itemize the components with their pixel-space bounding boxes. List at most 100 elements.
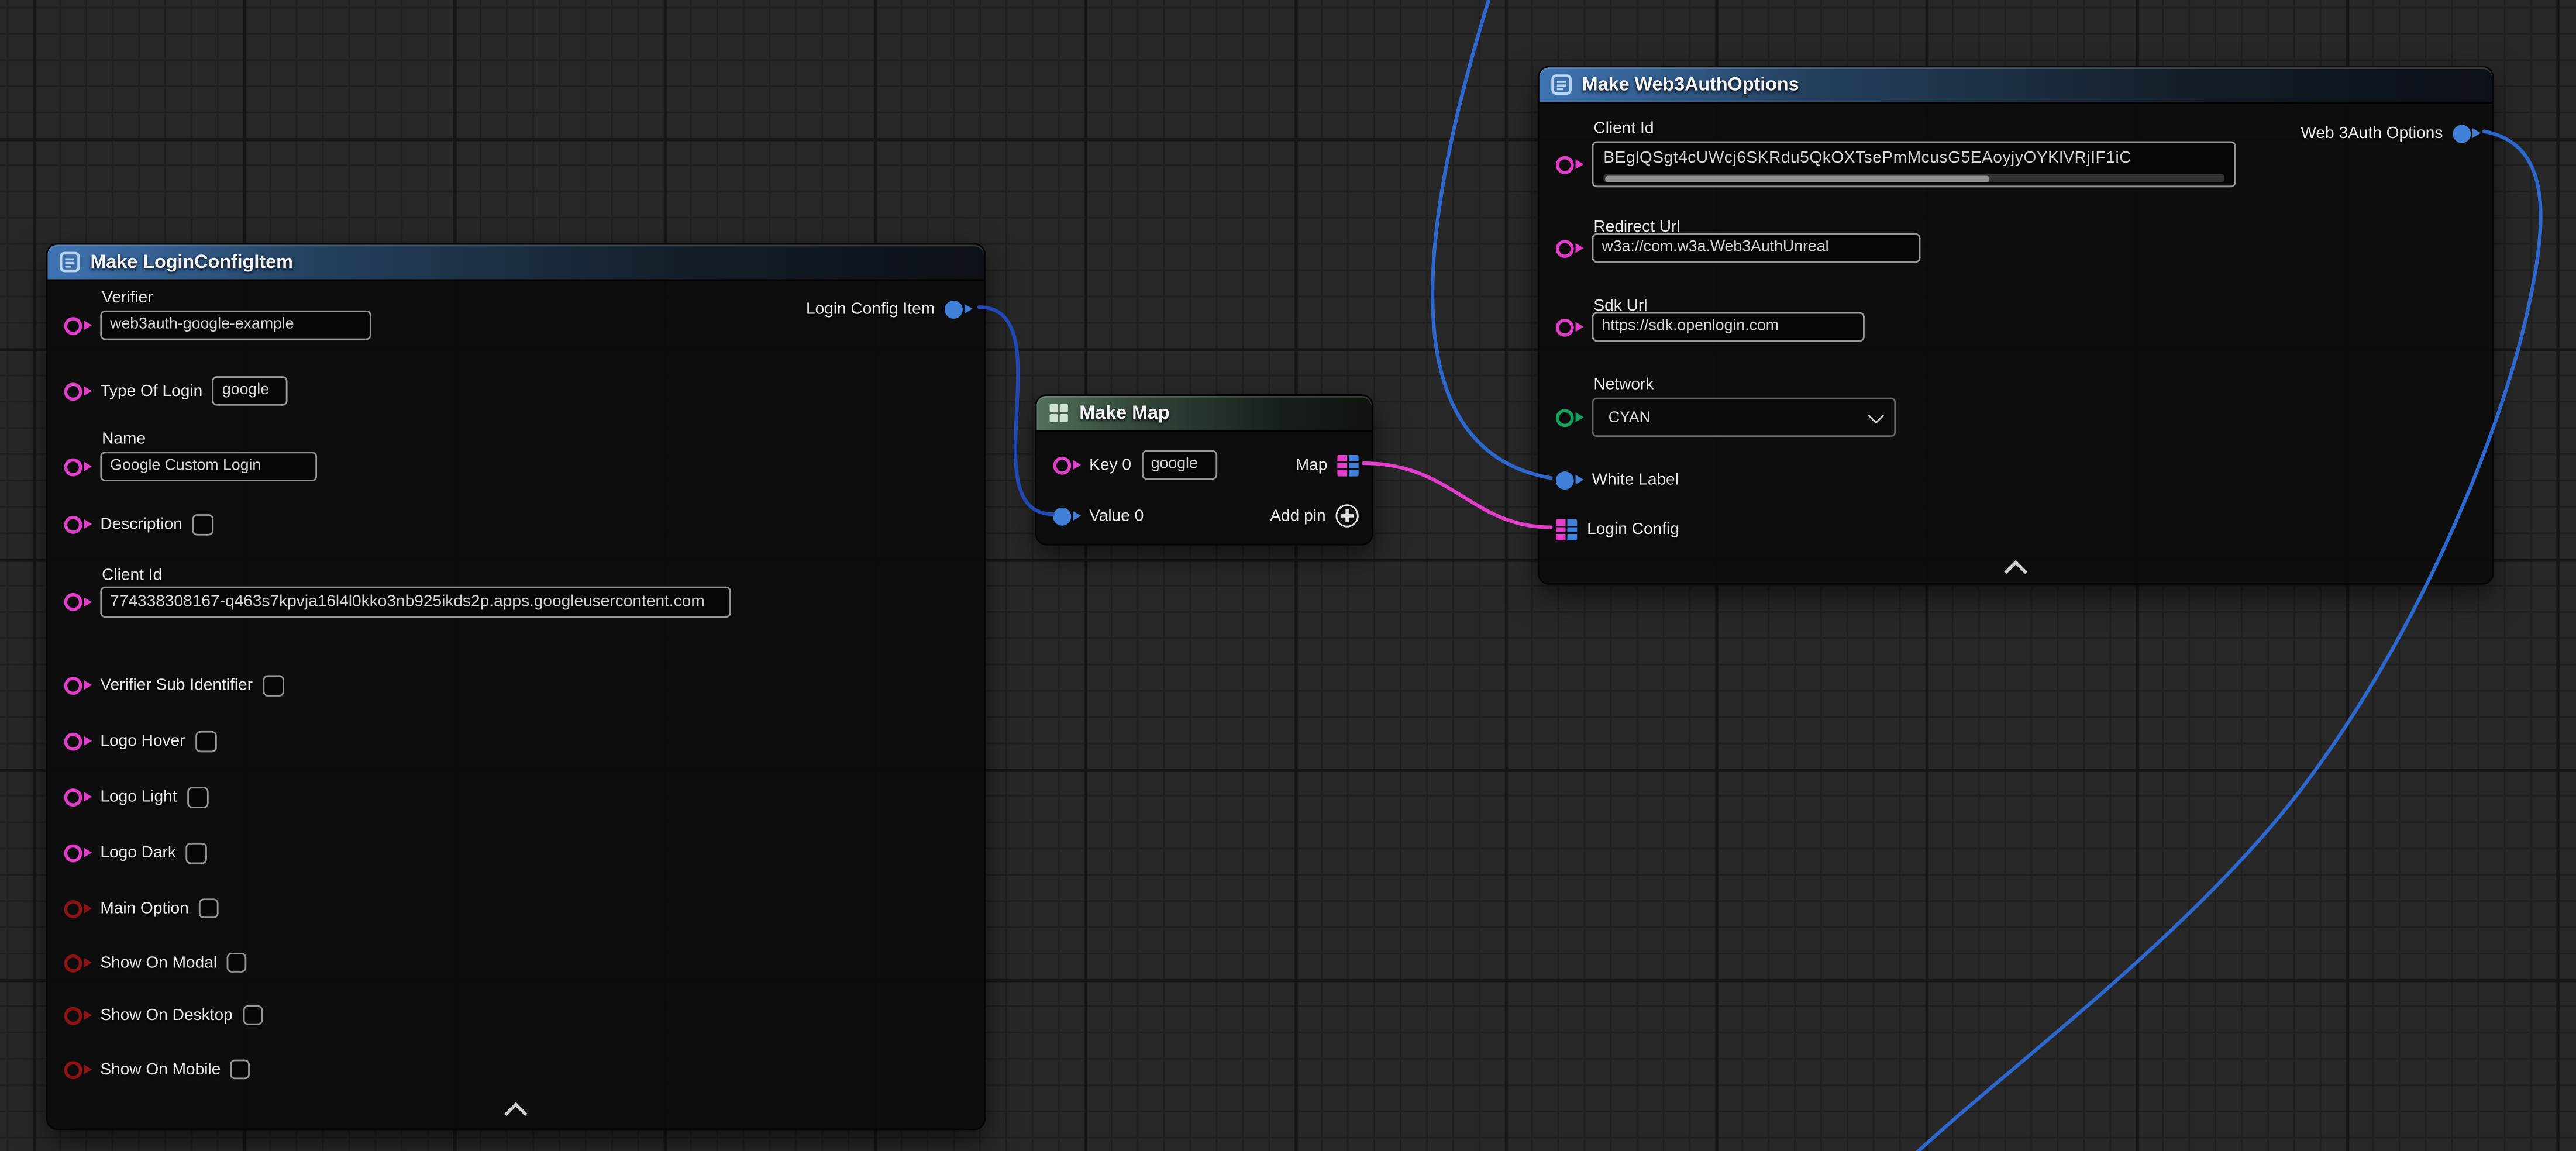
blueprint-graph-canvas[interactable]: Make LoginConfigItem Login Config Item V…	[0, 0, 2576, 1151]
string-pin-icon[interactable]	[1053, 456, 1071, 474]
show-on-desktop-checkbox[interactable]	[243, 1005, 263, 1025]
string-pin-icon[interactable]	[64, 732, 82, 750]
enum-pin-icon[interactable]	[1556, 408, 1574, 426]
chevron-up-icon	[2004, 560, 2027, 584]
output-pin-label: Map	[1296, 456, 1328, 474]
output-row-web3auth-options: Web 3Auth Options	[2301, 118, 2479, 148]
pin-label: Show On Desktop	[100, 1006, 232, 1024]
scrollbar-thumb[interactable]	[1605, 175, 1990, 181]
chevron-down-icon	[1868, 407, 1884, 423]
chevron-up-icon	[504, 1102, 528, 1125]
pin-row-type-of-login: Type Of Login google	[64, 376, 288, 406]
collapse-node-button[interactable]	[2007, 563, 2024, 580]
pin-row-value-0: Value 0	[1053, 501, 1144, 531]
type-of-login-input[interactable]: google	[212, 376, 288, 406]
verifier-sub-identifier-input[interactable]	[263, 674, 284, 696]
pin-label: Description	[100, 515, 182, 533]
pin-row-show-on-modal: Show On Modal	[64, 948, 247, 978]
string-pin-icon[interactable]	[64, 843, 82, 861]
main-option-checkbox[interactable]	[199, 898, 219, 918]
string-pin-icon[interactable]	[64, 382, 82, 400]
client-id-input[interactable]: BEglQSgt4cUWcj6SKRdu5QkOXTsePmMcusG5EAoy…	[1592, 142, 2236, 188]
horizontal-scrollbar[interactable]	[1603, 174, 2224, 182]
string-pin-icon[interactable]	[1556, 239, 1574, 257]
show-on-modal-checkbox[interactable]	[227, 953, 247, 973]
field-label-client-id: Client Id	[1593, 120, 1654, 138]
bool-pin-icon[interactable]	[64, 900, 82, 918]
logo-dark-input[interactable]	[186, 842, 208, 863]
wire-map-to-loginconfig[interactable]	[1363, 463, 1551, 528]
client-id-input[interactable]: 774338308167-q463s7kpvja16l4l0kko3nb925i…	[100, 587, 731, 618]
field-label-network: Network	[1593, 376, 1654, 394]
pin-label: Logo Dark	[100, 843, 176, 861]
struct-pin-icon[interactable]	[1556, 471, 1574, 489]
node-title: Make Map	[1079, 404, 1169, 423]
struct-pin-icon[interactable]	[1053, 506, 1071, 525]
make-struct-icon	[59, 251, 81, 273]
map-output-pin-icon[interactable]	[1337, 454, 1359, 476]
key-0-input[interactable]: google	[1141, 450, 1217, 480]
pin-row-logo-hover: Logo Hover	[64, 726, 216, 756]
network-dropdown[interactable]: CYAN	[1592, 398, 1896, 437]
output-row-map: Map	[1296, 450, 1359, 480]
pin-label: Verifier Sub Identifier	[100, 676, 253, 694]
pin-label: Value 0	[1089, 506, 1144, 525]
node-title: Make Web3AuthOptions	[1582, 75, 1799, 95]
wire-offscreen-to-whitelabel[interactable]	[1432, 0, 1551, 478]
output-pin-label: Login Config Item	[806, 300, 935, 318]
add-pin-button[interactable]	[1335, 504, 1358, 527]
pin-row-login-config: Login Config	[1556, 514, 1679, 544]
node-header[interactable]: Make Web3AuthOptions	[1540, 67, 2492, 104]
pin-row-description: Description	[64, 509, 214, 539]
client-id-value: BEglQSgt4cUWcj6SKRdu5QkOXTsePmMcusG5EAoy…	[1603, 148, 2224, 170]
pin-label: Type Of Login	[100, 382, 202, 400]
pin-row-key-0: Key 0 google	[1053, 450, 1217, 480]
node-header[interactable]: Make LoginConfigItem	[47, 244, 984, 281]
pin-row-network: CYAN	[1556, 398, 1896, 437]
bool-pin-icon[interactable]	[64, 1060, 82, 1078]
node-make-web3authoptions[interactable]: Make Web3AuthOptions Web 3Auth Options C…	[1538, 66, 2494, 585]
struct-output-pin-icon[interactable]	[945, 300, 963, 318]
pin-label: Login Config	[1587, 520, 1679, 538]
logo-light-input[interactable]	[187, 786, 208, 808]
pin-label: Logo Hover	[100, 732, 185, 750]
string-pin-icon[interactable]	[64, 457, 82, 475]
pin-row-main-option: Main Option	[64, 894, 219, 923]
string-pin-icon[interactable]	[64, 593, 82, 611]
logo-hover-input[interactable]	[195, 730, 216, 752]
pin-label: Main Option	[100, 900, 188, 918]
string-pin-icon[interactable]	[1556, 155, 1574, 173]
string-pin-icon[interactable]	[64, 676, 82, 694]
pin-row-logo-light: Logo Light	[64, 782, 208, 812]
pin-row-redirect-url: w3a://com.w3a.Web3AuthUnreal	[1556, 233, 1921, 263]
collapse-node-button[interactable]	[508, 1105, 524, 1122]
show-on-mobile-checkbox[interactable]	[230, 1060, 250, 1080]
output-pin-label: Web 3Auth Options	[2301, 124, 2443, 142]
verifier-input[interactable]: web3auth-google-example	[100, 310, 371, 340]
sdk-url-input[interactable]: https://sdk.openlogin.com	[1592, 312, 1865, 342]
pin-row-logo-dark: Logo Dark	[64, 838, 208, 867]
add-pin-row: Add pin	[1270, 501, 1358, 531]
node-header[interactable]: Make Map	[1036, 396, 1372, 432]
string-pin-icon[interactable]	[1556, 318, 1574, 336]
pin-row-show-on-desktop: Show On Desktop	[64, 1000, 263, 1030]
field-label-name: Name	[102, 430, 146, 449]
pin-row-client-id: BEglQSgt4cUWcj6SKRdu5QkOXTsePmMcusG5EAoy…	[1556, 142, 2236, 188]
node-make-loginconfigitem[interactable]: Make LoginConfigItem Login Config Item V…	[46, 243, 986, 1131]
name-input[interactable]: Google Custom Login	[100, 452, 317, 482]
field-label-client-id: Client Id	[102, 567, 162, 585]
pin-row-verifier-sub-identifier: Verifier Sub Identifier	[64, 670, 284, 700]
pin-row-verifier: web3auth-google-example	[64, 311, 371, 340]
pin-row-sdk-url: https://sdk.openlogin.com	[1556, 312, 1865, 342]
bool-pin-icon[interactable]	[64, 953, 82, 971]
make-map-icon	[1048, 402, 1070, 424]
bool-pin-icon[interactable]	[64, 1006, 82, 1024]
struct-output-pin-icon[interactable]	[2453, 124, 2471, 142]
map-pin-icon[interactable]	[1556, 518, 1578, 540]
redirect-url-input[interactable]: w3a://com.w3a.Web3AuthUnreal	[1592, 233, 1921, 263]
description-input[interactable]	[192, 514, 214, 535]
string-pin-icon[interactable]	[64, 316, 82, 335]
string-pin-icon[interactable]	[64, 515, 82, 533]
string-pin-icon[interactable]	[64, 788, 82, 806]
node-make-map[interactable]: Make Map Key 0 google Map Value 0 Add pi…	[1035, 394, 1373, 545]
